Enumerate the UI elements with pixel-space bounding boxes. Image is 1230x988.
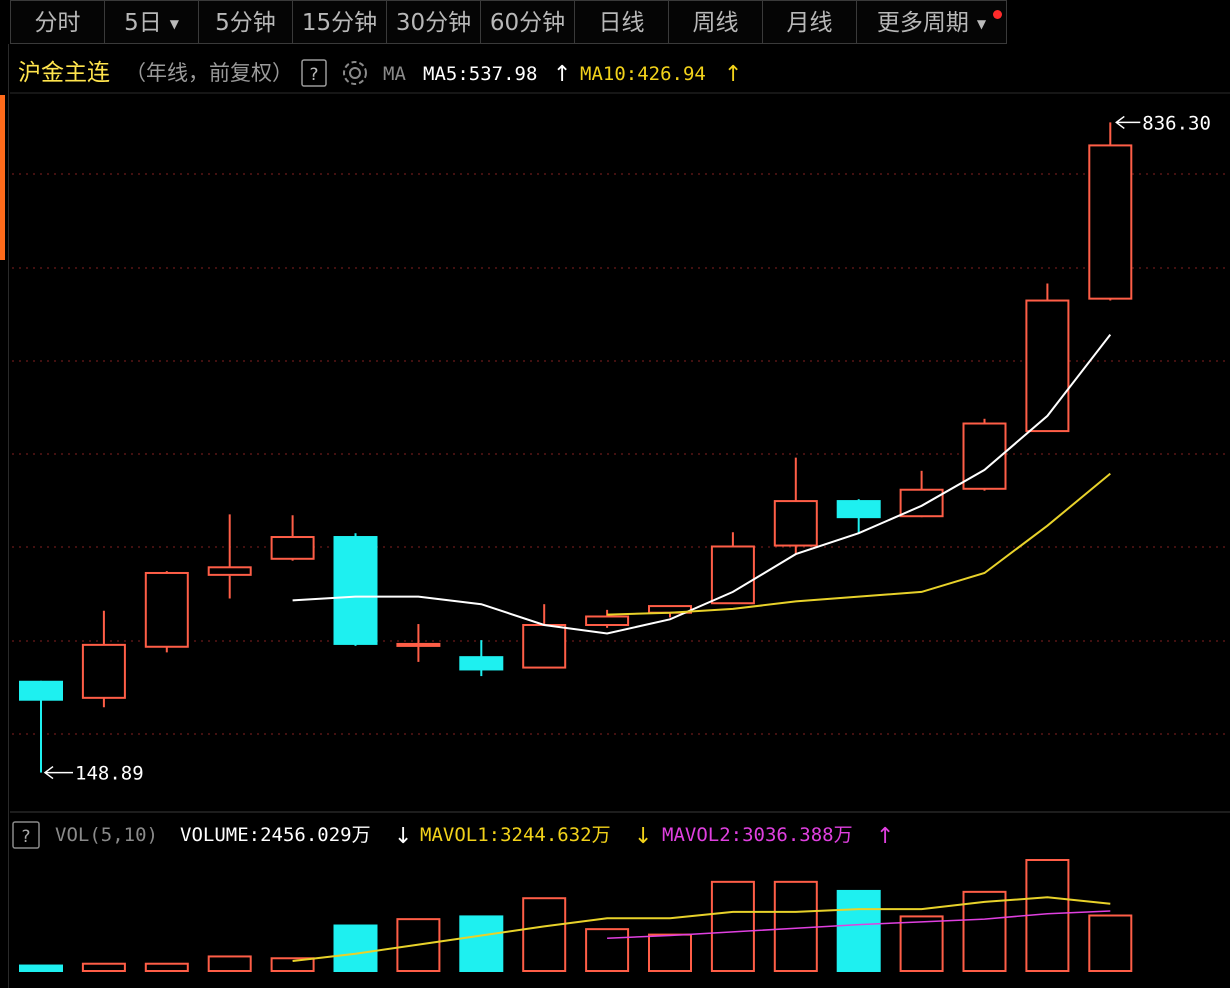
vol-help-glyph: ? (21, 827, 30, 847)
candle-body (1088, 144, 1133, 300)
volume-bar (836, 889, 881, 973)
candle (396, 624, 441, 662)
volume-bar (773, 880, 818, 972)
candle-body (207, 566, 252, 576)
volume-bar (459, 915, 504, 973)
volume-bar (207, 955, 252, 973)
low-price-label: 148.89 (75, 763, 144, 785)
vol-indicator-label[interactable]: VOL(5,10) (55, 824, 158, 846)
candle-body (836, 500, 881, 519)
mavol1-value: MAVOL1:3244.632万 (420, 824, 611, 846)
candle-body (396, 642, 441, 647)
volume-bar (144, 962, 189, 973)
ma5-up-arrow-icon: ↑ (553, 62, 571, 87)
candle-body (333, 536, 378, 645)
kline-chart: 沪金主连 （年线，前复权） ? MA MA5:537.98 ↑ MA10:426… (10, 59, 1230, 973)
gear-icon[interactable] (343, 61, 367, 85)
candle (773, 457, 818, 555)
ma10-up-arrow-icon: ↑ (724, 62, 742, 87)
high-marker: 836.30 (1115, 112, 1211, 134)
candle-body (710, 545, 755, 605)
candle (19, 680, 63, 773)
volume-bar (899, 915, 944, 973)
candle (81, 610, 126, 708)
mavol1-down-arrow-icon: ↓ (634, 824, 652, 849)
volume-bar (585, 928, 630, 972)
candle-body (773, 500, 818, 547)
volume-bar (710, 880, 755, 972)
candle (207, 514, 252, 599)
price-gridlines (12, 173, 1230, 735)
volume-bar (333, 924, 378, 972)
candle (962, 418, 1007, 491)
candle (144, 571, 189, 653)
candle-body (144, 571, 189, 648)
volume-bars (19, 859, 1133, 973)
candle (522, 604, 567, 669)
ma10-value: MA10:426.94 (580, 63, 706, 85)
volume-bar (522, 897, 567, 973)
period-mode-label: （年线，前复权） (125, 61, 293, 85)
volume-bar (81, 962, 126, 973)
candle (1088, 122, 1133, 301)
contract-name[interactable]: 沪金主连 (18, 60, 110, 86)
candle-body (19, 680, 63, 701)
mavol2-value: MAVOL2:3036.388万 (662, 824, 853, 846)
candle (836, 499, 881, 534)
ma10-line (607, 472, 1111, 616)
candle-body (270, 536, 315, 560)
volume-bar (648, 933, 692, 973)
volume-bar (1088, 914, 1133, 972)
candle-body (1025, 299, 1070, 433)
candle (899, 470, 944, 518)
volume-bar (19, 964, 63, 972)
candle-body (522, 624, 567, 669)
candle (333, 533, 378, 646)
high-price-label: 836.30 (1142, 112, 1211, 134)
mavol2-up-arrow-icon: ↑ (876, 824, 894, 849)
candle (270, 515, 315, 561)
ma5-value: MA5:537.98 (423, 63, 537, 85)
candle (1025, 283, 1070, 433)
candle-body (81, 643, 126, 699)
volume-value: VOLUME:2456.029万 (180, 824, 371, 846)
candle-body (585, 615, 630, 627)
candle (459, 640, 504, 677)
candle (585, 609, 630, 628)
low-marker: 148.89 (43, 763, 144, 785)
candlesticks (19, 122, 1133, 773)
candle-body (459, 656, 504, 671)
volume-down-arrow-icon: ↓ (394, 824, 412, 849)
help-icon-glyph: ? (309, 65, 318, 85)
ma-indicator-label[interactable]: MA (383, 63, 406, 85)
